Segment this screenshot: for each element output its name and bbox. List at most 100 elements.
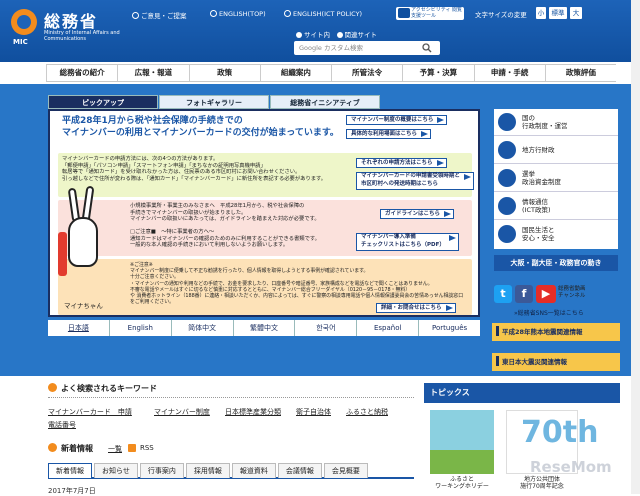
main-nav: 総務省の紹介 広報・報道 政策 組織案内 所管法令 予算・決算 申請・手続 政策… bbox=[46, 64, 616, 82]
sns-list-link[interactable]: »総務省SNS一覧はこちら bbox=[514, 308, 584, 317]
twitter-icon[interactable]: t bbox=[494, 285, 512, 303]
tab-news-recruit[interactable]: 採用情報 bbox=[185, 463, 230, 478]
policy-sidebar: 国の 行政制度・運営 地方行財政 選挙 政治資金制度 情報通信 (ICT政策) … bbox=[494, 109, 618, 249]
ballot-icon bbox=[498, 169, 516, 187]
keyword-link[interactable]: ふるさと納税 bbox=[346, 407, 388, 417]
nav-item-policy[interactable]: 政策 bbox=[188, 65, 260, 81]
side-item-election[interactable]: 選挙 政治資金制度 bbox=[494, 165, 618, 192]
nav-item-organization[interactable]: 組織案内 bbox=[259, 65, 331, 81]
topic-70th-title[interactable]: 地方公共団体 施行70周年記念 bbox=[506, 476, 578, 490]
keyword-link[interactable]: 衛子自治体 bbox=[296, 407, 331, 417]
mascot-name: マイナちゃん bbox=[64, 302, 103, 310]
search-icon[interactable] bbox=[422, 43, 432, 53]
bullet-icon bbox=[132, 12, 139, 19]
pickup-tabs: ピックアップ フォトギャラリー 総務省イニシアティブ bbox=[48, 95, 381, 109]
overview-link[interactable]: マイナンバー制度の概要はこちら bbox=[346, 115, 448, 125]
detail-link[interactable]: 詳細・お問合せはこちら bbox=[376, 303, 456, 313]
guideline-link[interactable]: ガイドラインはこちら bbox=[380, 209, 455, 219]
tab-pickup[interactable]: ピックアップ bbox=[48, 95, 158, 109]
tab-news-notice[interactable]: お知らせ bbox=[94, 463, 138, 478]
logo-english: Ministry of Internal Affairs and Communi… bbox=[44, 30, 120, 42]
youtube-channel-label[interactable]: 総務省動画 チャンネル bbox=[558, 286, 586, 300]
font-normal-button[interactable]: 標準 bbox=[549, 7, 567, 19]
tohoku-earthquake-link[interactable]: 東日本大震災関連情報 bbox=[492, 353, 620, 371]
tab-news-meetings[interactable]: 会議情報 bbox=[277, 463, 322, 478]
news-list-link[interactable]: 一覧 bbox=[108, 444, 122, 454]
mascot-number-one-icon bbox=[58, 232, 67, 276]
facebook-icon[interactable]: f bbox=[515, 285, 533, 303]
topic-working-holiday-image[interactable] bbox=[430, 410, 494, 474]
nav-item-press[interactable]: 広報・報道 bbox=[117, 65, 188, 81]
lang-english[interactable]: English bbox=[108, 320, 171, 336]
lang-portuguese[interactable]: Português bbox=[418, 320, 480, 336]
font-small-button[interactable]: 小 bbox=[536, 7, 546, 19]
youtube-icon[interactable]: ▶ bbox=[536, 285, 556, 303]
rss-icon[interactable] bbox=[128, 444, 136, 452]
search-scope[interactable]: サイト内 関連サイト bbox=[296, 29, 377, 39]
warning-text: ※ご注意※ マイナンバー制度に便乗して不正な勧誘を行ったり、個人情報を取得しよう… bbox=[130, 262, 464, 306]
anniversary-badge: 70th bbox=[521, 415, 599, 450]
tab-news-press[interactable]: 報道資料 bbox=[231, 463, 276, 478]
logo-title[interactable]: 総務省 bbox=[44, 8, 98, 32]
english-ict-link[interactable]: ENGLISH(ICT POLICY) bbox=[284, 10, 362, 18]
mic-logo-icon[interactable] bbox=[11, 9, 37, 35]
rss-link[interactable]: RSS bbox=[140, 444, 154, 452]
lang-japanese[interactable]: 日本語 bbox=[48, 320, 109, 336]
side-item-safety[interactable]: 国民生活と 安心・安全 bbox=[494, 221, 618, 248]
business-text: 小規模事業所・事業主のみなさまへ 平成28年1月から、税や社会保障の 手続きでマ… bbox=[130, 203, 320, 248]
accessibility-icon bbox=[398, 8, 410, 18]
radio-icon[interactable] bbox=[296, 32, 302, 38]
bullet-icon bbox=[210, 10, 217, 17]
kumamoto-earthquake-link[interactable]: 平成28年熊本地震関連情報 bbox=[492, 323, 620, 341]
english-top-link[interactable]: ENGLISH(TOP) bbox=[210, 10, 266, 18]
keyword-link[interactable]: マイナンバーカード 申請 bbox=[48, 407, 132, 417]
checklist-link[interactable]: マイナンバー導入準備 チェックリストはこちら（PDF） bbox=[356, 233, 459, 251]
mynumber-banner[interactable]: 平成28年1月から税や社会保障の手続きでの マイナンバーの利用とマイナンバーカー… bbox=[48, 109, 480, 317]
lang-spanish[interactable]: Español bbox=[356, 320, 418, 336]
lang-traditional-chinese[interactable]: 繁體中文 bbox=[232, 320, 295, 336]
tab-initiative[interactable]: 総務省イニシアティブ bbox=[270, 95, 380, 109]
topic-working-holiday-title[interactable]: ふるさと ワーキングホリデー bbox=[430, 476, 494, 490]
nav-item-budget[interactable]: 予算・決算 bbox=[402, 65, 473, 81]
vertical-scrollbar[interactable] bbox=[631, 0, 640, 494]
language-bar: 日本語 English 简体中文 繁體中文 한국어 Español Portug… bbox=[48, 320, 480, 336]
apply-link[interactable]: それぞれの申請方法はこちら bbox=[356, 158, 447, 168]
nav-item-laws[interactable]: 所管法令 bbox=[331, 65, 402, 81]
side-item-administration[interactable]: 国の 行政制度・運営 bbox=[494, 109, 618, 136]
font-size-label: 文字サイズの変更 bbox=[475, 11, 527, 19]
lang-simplified-chinese[interactable]: 简体中文 bbox=[170, 320, 233, 336]
usage-link[interactable]: 具体的な利用場面はこちら bbox=[346, 129, 432, 139]
nav-item-evaluation[interactable]: 政策評価 bbox=[544, 65, 616, 81]
keyword-link[interactable]: 日本標準産業分類 bbox=[225, 407, 281, 417]
status-link[interactable]: マイナンバーカードの申請書受領時期と 市区町村への発送時期はこちら bbox=[356, 172, 474, 190]
nav-item-about[interactable]: 総務省の紹介 bbox=[46, 65, 117, 81]
card-info-text: マイナンバーカードの申請方法には、次の4つの方法があります。 「郵便申請」「パソ… bbox=[62, 156, 327, 182]
keywords-heading: よく検索されるキーワード bbox=[48, 383, 157, 394]
keyword-link[interactable]: マイナンバー制度 bbox=[154, 407, 210, 417]
tab-photo-gallery[interactable]: フォトギャラリー bbox=[159, 95, 269, 109]
topics-heading: トピックス bbox=[424, 383, 620, 403]
lang-korean[interactable]: 한국어 bbox=[294, 320, 356, 336]
news-date: 2017年7月7日 bbox=[48, 487, 96, 495]
mascot-icon bbox=[68, 217, 98, 267]
news-tabs: 新着情報 お知らせ 行事案内 採用情報 報道資料 会議情報 会見概要 bbox=[48, 463, 414, 479]
search-input[interactable]: Google カスタム検索 bbox=[294, 41, 440, 55]
keyword-link[interactable]: 電話番号 bbox=[48, 420, 76, 430]
tab-news-conference[interactable]: 会見概要 bbox=[323, 463, 368, 478]
font-large-button[interactable]: 大 bbox=[570, 7, 582, 19]
keywords-divider bbox=[48, 397, 414, 398]
banner-title: 平成28年1月から税や社会保障の手続きでの マイナンバーの利用とマイナンバーカー… bbox=[62, 116, 339, 138]
feedback-link[interactable]: ご意見・ご提案 bbox=[132, 10, 187, 20]
nav-item-applications[interactable]: 申請・手続 bbox=[473, 65, 545, 81]
side-item-ict[interactable]: 情報通信 (ICT政策) bbox=[494, 193, 618, 220]
heading-circle-icon bbox=[48, 383, 57, 392]
tab-news-new[interactable]: 新着情報 bbox=[48, 463, 92, 478]
side-item-local-finance[interactable]: 地方行財政 bbox=[494, 137, 618, 164]
minister-activities-banner[interactable]: 大阪・副大臣・政務官の動き bbox=[494, 255, 618, 271]
tab-news-events[interactable]: 行事案内 bbox=[139, 463, 184, 478]
heading-circle-icon bbox=[48, 443, 57, 452]
site-header: 総務省 MIC Ministry of Internal Affairs and… bbox=[0, 0, 640, 62]
building-icon bbox=[498, 113, 516, 131]
coins-icon bbox=[498, 141, 516, 159]
radio-icon[interactable] bbox=[336, 32, 343, 38]
